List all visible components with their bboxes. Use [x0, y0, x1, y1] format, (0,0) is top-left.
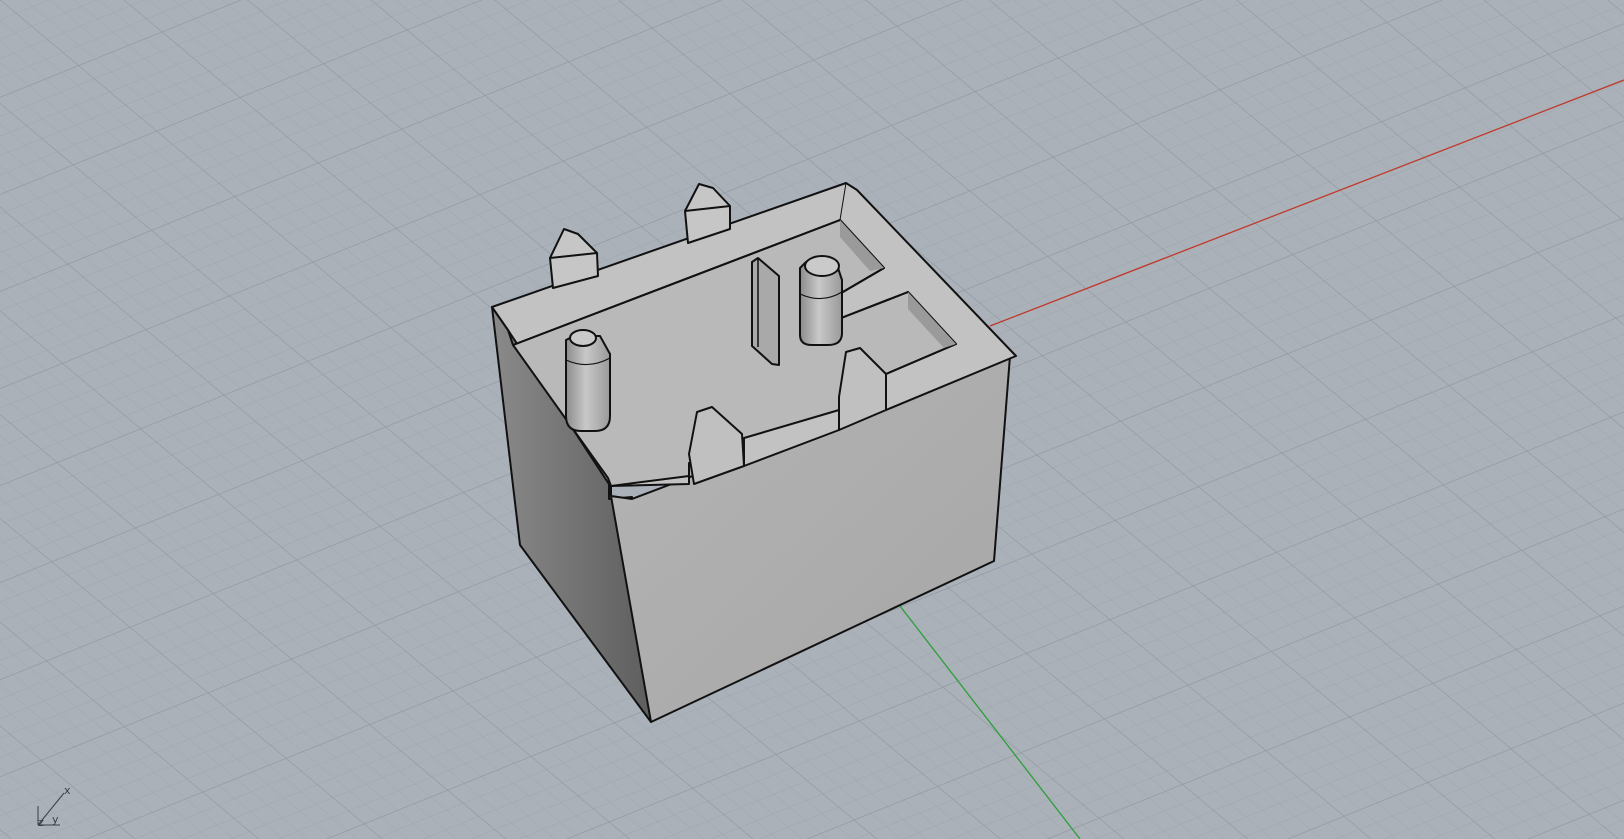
pin-right [799, 255, 843, 346]
center-blade [751, 257, 780, 366]
axis-x-label: x [64, 784, 71, 797]
axis-z-label: z [38, 816, 44, 829]
pin-left [565, 329, 611, 432]
3d-viewport[interactable]: x y z [0, 0, 1624, 839]
axis-y-label: y [52, 813, 59, 826]
viewport-canvas[interactable]: x y z [0, 0, 1624, 839]
